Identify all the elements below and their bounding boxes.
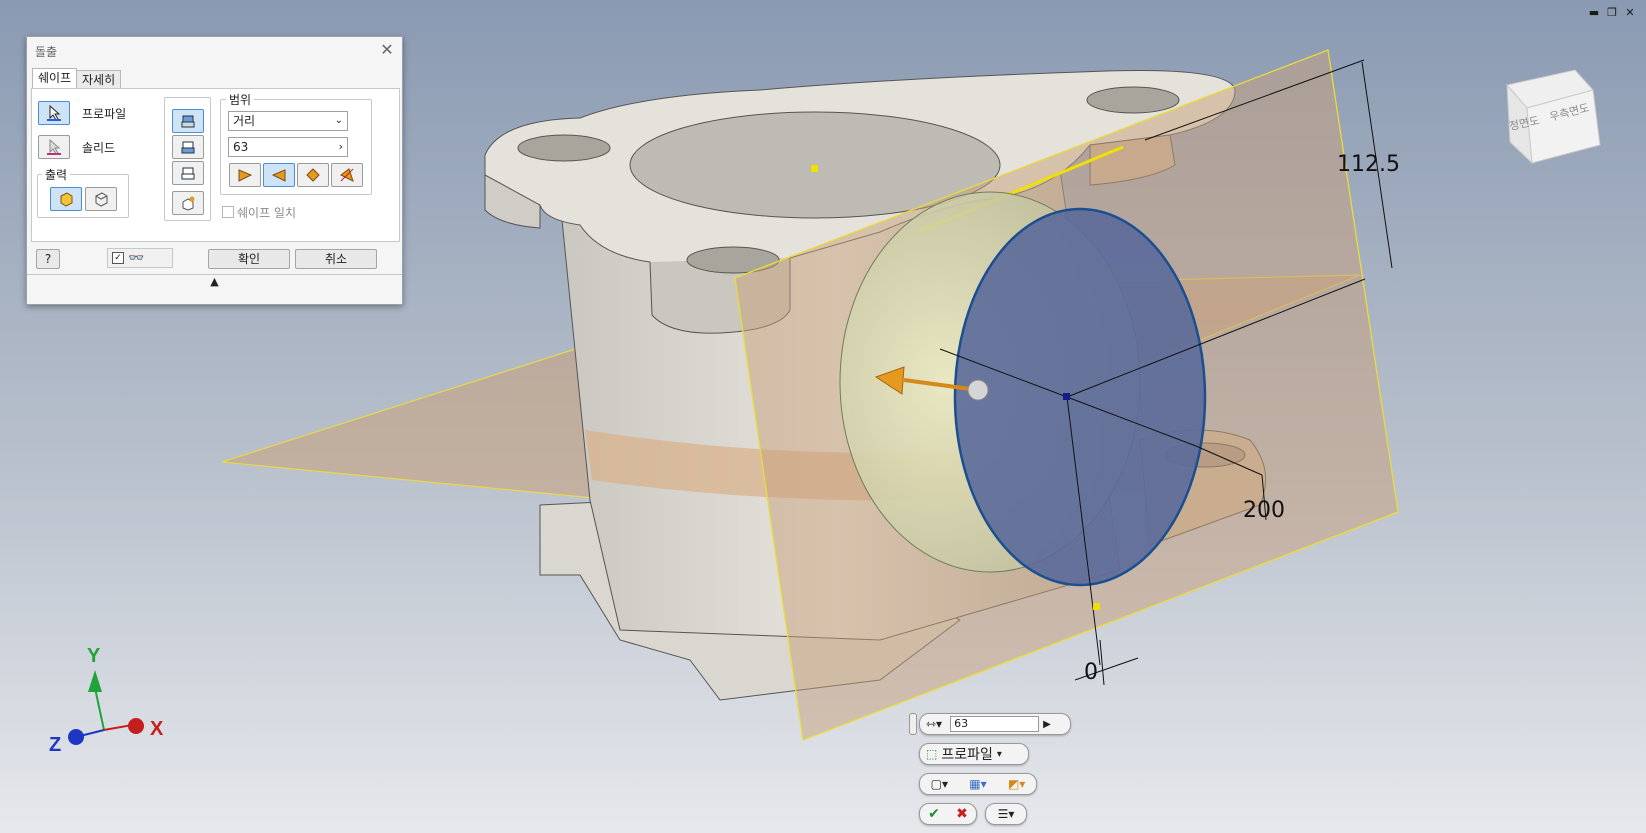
minitoolbar-profile-button[interactable]: ⬚ 프로파일 ▾ — [919, 743, 1029, 765]
dimension-offset-label[interactable]: 0 — [1084, 660, 1098, 685]
chevron-down-icon[interactable]: ▾ — [997, 749, 1002, 760]
extents-label: 범위 — [226, 91, 255, 108]
minitoolbar-profile-label: 프로파일 — [941, 747, 993, 763]
solid-cube-icon — [60, 192, 73, 207]
distance-input[interactable]: 63 › — [228, 137, 348, 157]
profile-select-button[interactable] — [38, 101, 70, 125]
tab-more[interactable]: 자세히 — [76, 70, 122, 89]
direction-flipped-button[interactable] — [263, 163, 295, 187]
cursor-icon — [47, 139, 61, 155]
play-arrow-icon[interactable]: ▶ — [1043, 719, 1051, 730]
output-label: 출력 — [42, 166, 71, 183]
minitoolbar-confirm: ✔ ✖ — [919, 803, 977, 825]
output-surface-button[interactable] — [85, 187, 117, 211]
solid-select-button[interactable] — [38, 135, 70, 159]
minimize-icon[interactable]: ▬ — [1586, 6, 1602, 19]
restore-icon[interactable]: ❐ — [1604, 6, 1620, 19]
solid-label: 솔리드 — [82, 141, 116, 155]
preview-toggle[interactable]: ✓ 👓 — [107, 248, 173, 268]
boolean-operation-icon[interactable]: ▦▾ — [969, 777, 986, 791]
help-button[interactable]: ? — [36, 249, 60, 269]
dialog-body: 프로파일 솔리드 출력 범위 거리 ⌄ 63 › 쉐이프 일치 — [31, 88, 400, 242]
expand-collapse-icon[interactable]: ▲ — [27, 274, 402, 289]
intersect-operation-button[interactable] — [172, 161, 204, 185]
join-operation-button[interactable] — [172, 109, 204, 133]
dimension-height-label[interactable]: 112.5 — [1337, 152, 1400, 177]
cancel-x-icon[interactable]: ✖ — [956, 806, 968, 822]
join-icon — [181, 115, 195, 128]
ok-button[interactable]: 확인 — [208, 249, 290, 269]
axis-y-label: Y — [87, 645, 101, 667]
close-icon[interactable]: ✕ — [378, 40, 396, 59]
extent-type-select[interactable]: 거리 ⌄ — [228, 111, 348, 131]
new-solid-icon — [182, 196, 195, 211]
direction-symmetric-icon — [306, 168, 320, 182]
cut-operation-button[interactable] — [172, 135, 204, 159]
extent-type-value: 거리 — [233, 114, 256, 128]
glasses-icon: 👓 — [128, 250, 145, 266]
direction-asymmetric-icon — [340, 168, 354, 182]
direction-asymmetric-button[interactable] — [331, 163, 363, 187]
profile-label: 프로파일 — [82, 107, 127, 121]
profile-select-icon: ⬚ — [926, 747, 938, 761]
help-icon: ? — [44, 252, 52, 266]
direction-default-button[interactable] — [229, 163, 261, 187]
minitoolbar-options: ▢▾ ▦▾ ◩▾ — [919, 773, 1037, 795]
cancel-button[interactable]: 취소 — [295, 249, 377, 269]
chevron-right-icon[interactable]: › — [339, 138, 343, 156]
distance-mode-icon[interactable]: ⇿▾ — [926, 717, 942, 731]
distance-input-value: 63 — [233, 140, 249, 154]
minitoolbar-grip[interactable] — [909, 713, 917, 735]
menu-list-icon: ☰▾ — [997, 807, 1015, 821]
dimension-width-label[interactable]: 200 — [1243, 498, 1285, 523]
dialog-title: 돌출 — [35, 45, 58, 59]
output-solid-button[interactable] — [50, 187, 82, 211]
direction-symmetric-button[interactable] — [297, 163, 329, 187]
axis-z-label: Z — [49, 734, 62, 756]
intersect-icon — [181, 167, 195, 180]
preview-checkbox[interactable]: ✓ — [112, 252, 124, 264]
direction-icon[interactable]: ◩▾ — [1008, 777, 1025, 791]
match-shape-label: 쉐이프 일치 — [237, 206, 297, 220]
extrude-dialog: 돌출 ✕ 쉐이프 자세히 프로파일 솔리드 출력 범위 거리 ⌄ 63 › 쉐이… — [26, 36, 403, 305]
new-solid-button[interactable] — [172, 191, 204, 215]
output-type-icon[interactable]: ▢▾ — [931, 777, 948, 791]
chevron-down-icon: ⌄ — [334, 115, 343, 126]
minitoolbar-distance: ⇿▾ 63 ▶ — [919, 713, 1071, 735]
minitoolbar-distance-input[interactable]: 63 — [950, 716, 1040, 732]
close-window-icon[interactable]: ✕ — [1622, 6, 1638, 19]
direction-flipped-icon — [271, 169, 286, 182]
match-shape-checkbox[interactable] — [222, 206, 234, 218]
cursor-icon — [47, 105, 61, 121]
axis-x-label: X — [150, 718, 164, 740]
cut-icon — [181, 141, 195, 154]
direction-default-icon — [238, 169, 253, 182]
surface-cube-icon — [95, 192, 108, 207]
check-icon[interactable]: ✔ — [928, 806, 940, 822]
profile-circle[interactable] — [953, 207, 1207, 587]
tab-shape[interactable]: 쉐이프 — [32, 68, 78, 89]
coordinate-triad — [68, 670, 144, 745]
minitoolbar-menu[interactable]: ☰▾ — [985, 803, 1027, 825]
